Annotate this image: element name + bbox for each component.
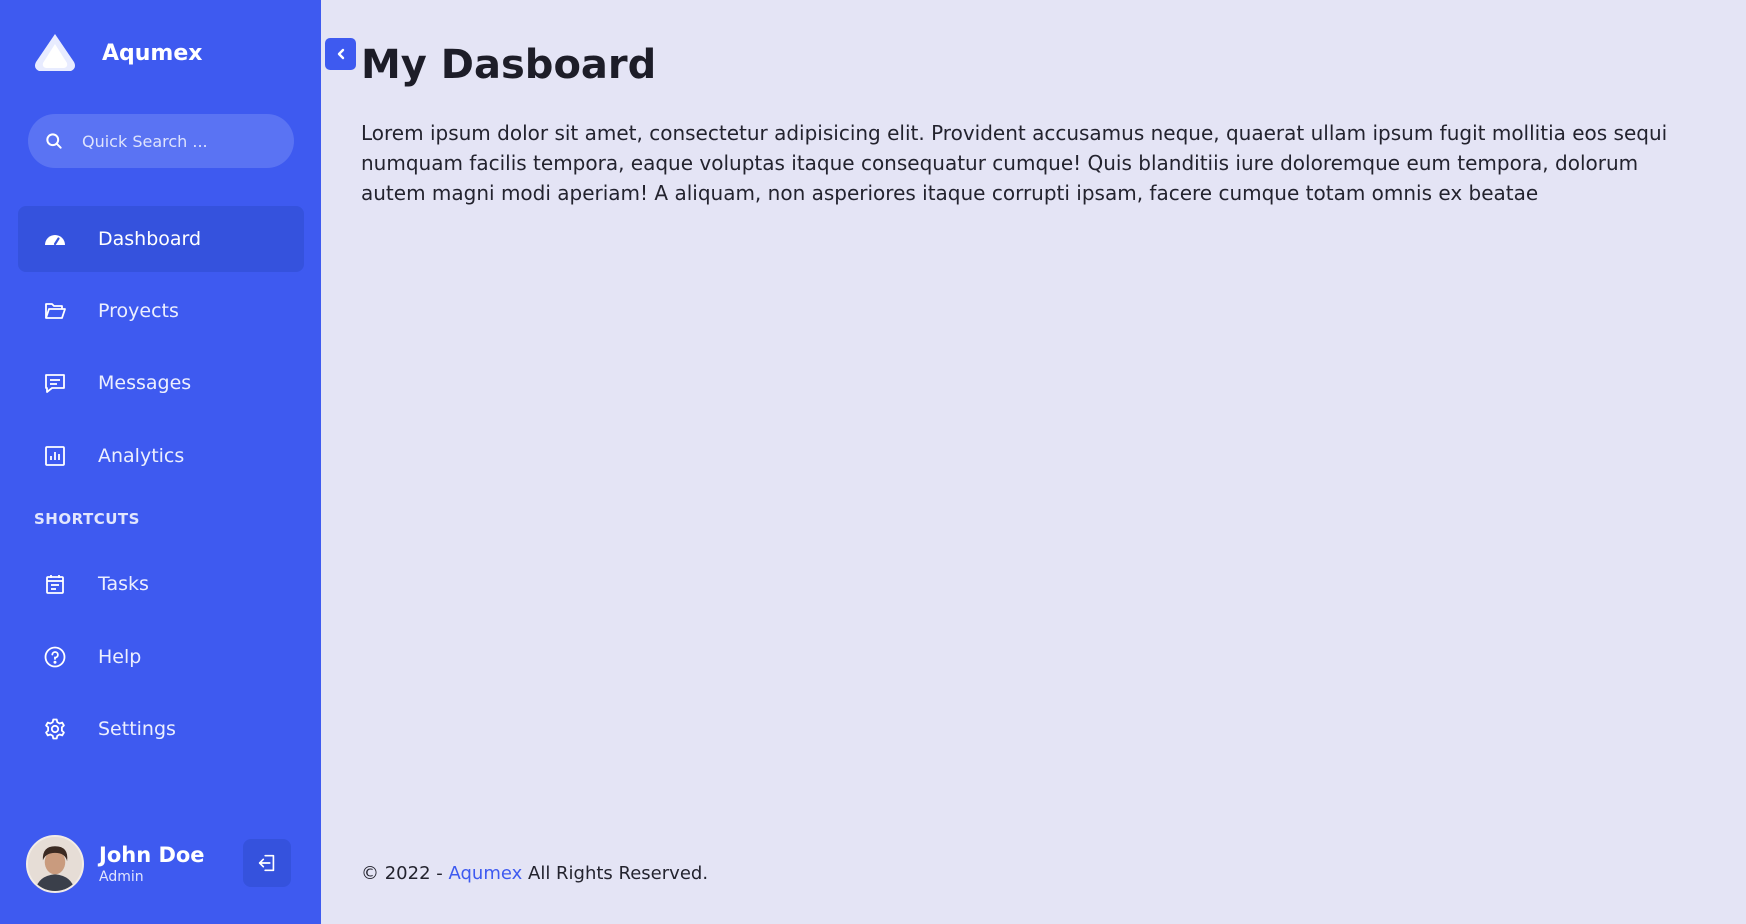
nav-item-proyects[interactable]: Proyects [18, 278, 304, 344]
logout-button[interactable] [243, 839, 291, 887]
footer-copyright: © 2022 - [361, 863, 443, 884]
brand-name: Aqumex [102, 40, 203, 66]
nav-item-messages[interactable]: Messages [18, 350, 304, 416]
gear-icon [42, 716, 68, 742]
bar-chart-icon [42, 443, 68, 469]
nav-item-tasks[interactable]: Tasks [18, 551, 304, 617]
page-title: My Dasboard [361, 42, 657, 88]
user-profile[interactable]: John Doe Admin [26, 835, 205, 893]
footer: © 2022 - Aqumex All Rights Reserved. [361, 863, 708, 884]
nav-item-analytics[interactable]: Analytics [18, 423, 304, 489]
footer-rights: All Rights Reserved. [528, 863, 709, 884]
user-role: Admin [99, 869, 144, 885]
dashboard-gauge-icon [42, 226, 68, 252]
help-circle-icon [42, 644, 68, 670]
logout-icon [258, 854, 275, 872]
nav-label: Help [98, 646, 142, 668]
user-name: John Doe [99, 843, 205, 867]
avatar [26, 835, 84, 893]
search-input[interactable] [82, 131, 272, 151]
nav-label: Messages [98, 372, 192, 394]
nav-label: Proyects [98, 300, 179, 322]
sidebar-collapse-button[interactable] [325, 38, 356, 70]
search-icon [46, 133, 62, 149]
chevron-left-icon [337, 48, 344, 60]
calendar-icon [42, 571, 68, 597]
page-description: Lorem ipsum dolor sit amet, consectetur … [361, 121, 1668, 205]
message-icon [42, 370, 68, 396]
nav-label: Settings [98, 718, 176, 740]
footer-brand-link[interactable]: Aqumex [448, 863, 522, 884]
nav-label: Tasks [98, 573, 149, 595]
nav-label: Dashboard [98, 228, 202, 250]
nav-item-dashboard[interactable]: Dashboard [18, 206, 304, 272]
brand[interactable]: Aqumex [30, 28, 202, 78]
sidebar: Aqumex Dashboard Proyects Messages Analy… [0, 0, 321, 924]
nav-item-help[interactable]: Help [18, 624, 304, 690]
brand-logo-icon [35, 34, 75, 71]
section-title-shortcuts: SHORTCUTS [34, 510, 140, 528]
folder-open-icon [42, 298, 68, 324]
nav-item-settings[interactable]: Settings [18, 696, 304, 762]
nav-label: Analytics [98, 445, 185, 467]
quick-search[interactable] [28, 114, 294, 168]
